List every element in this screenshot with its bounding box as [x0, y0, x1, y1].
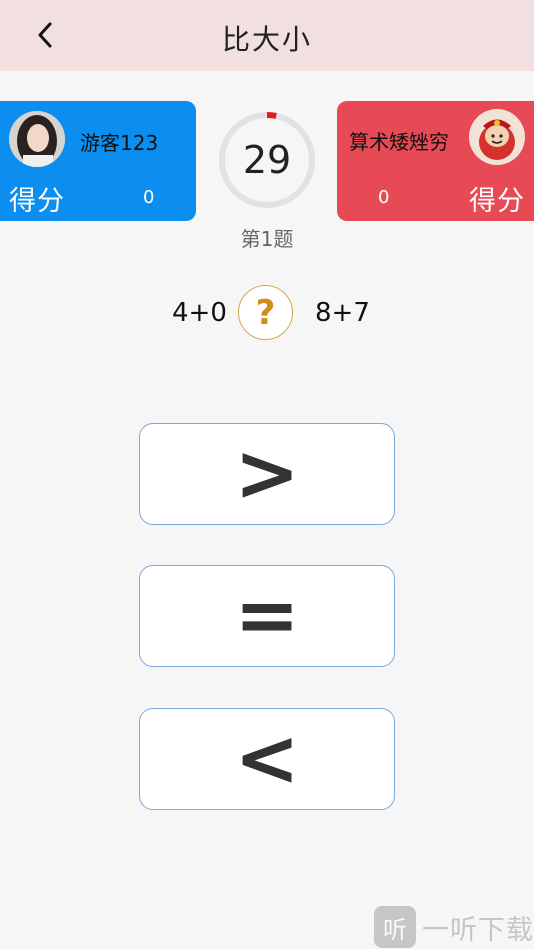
avatar-image: [469, 109, 525, 165]
avatar-image: [9, 111, 65, 167]
player-avatar-left: [9, 111, 65, 167]
watermark-logo: 听: [374, 906, 416, 948]
greater-than-button[interactable]: >: [139, 423, 395, 525]
equal-button[interactable]: =: [139, 565, 395, 667]
watermark-text: 一听下载: [422, 914, 534, 946]
player-avatar-right: [469, 109, 525, 165]
page-title: 比大小: [221, 23, 312, 56]
player-card-right: 算术矮矬穷 0 得分: [337, 101, 534, 221]
score-label-left: 得分: [9, 186, 65, 217]
player-name-left: 游客123: [80, 131, 159, 155]
player-name-right: 算术矮矬穷: [349, 130, 449, 154]
countdown-timer: 29: [217, 110, 317, 210]
less-than-button[interactable]: <: [139, 708, 395, 810]
score-label-right: 得分: [469, 186, 525, 217]
watermark: 听 一听下载: [374, 906, 534, 948]
player-card-left: 游客123 得分 0: [0, 101, 196, 221]
question-mark-icon: ?: [238, 285, 293, 340]
right-expression: 8+7: [315, 298, 370, 328]
question-number: 第1题: [240, 227, 294, 251]
score-value-left: 0: [143, 187, 155, 208]
top-bar: 比大小: [0, 0, 534, 71]
timer-value: 29: [242, 138, 292, 182]
left-expression: 4+0: [172, 298, 227, 328]
score-value-right: 0: [378, 187, 390, 208]
